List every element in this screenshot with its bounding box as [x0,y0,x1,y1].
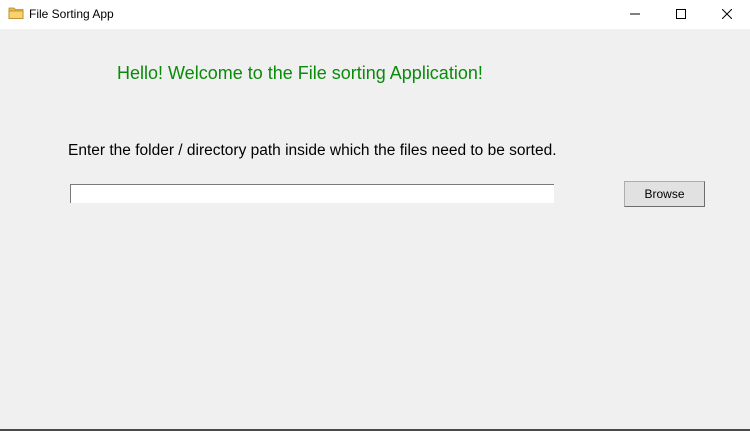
browse-button[interactable]: Browse [624,181,705,207]
window-title: File Sorting App [29,7,114,21]
close-icon [721,6,733,24]
app-window: File Sorting App Hello! Welcome to the F… [0,0,750,431]
folder-icon [8,6,24,20]
minimize-icon [630,6,640,24]
minimize-button[interactable] [612,0,658,29]
title-bar[interactable]: File Sorting App [0,0,750,29]
maximize-button[interactable] [658,0,704,29]
welcome-heading: Hello! Welcome to the File sorting Appli… [117,63,483,83]
close-button[interactable] [704,0,750,29]
folder-path-input[interactable] [70,184,554,203]
instruction-label: Enter the folder / directory path inside… [68,142,557,159]
maximize-icon [676,6,686,24]
